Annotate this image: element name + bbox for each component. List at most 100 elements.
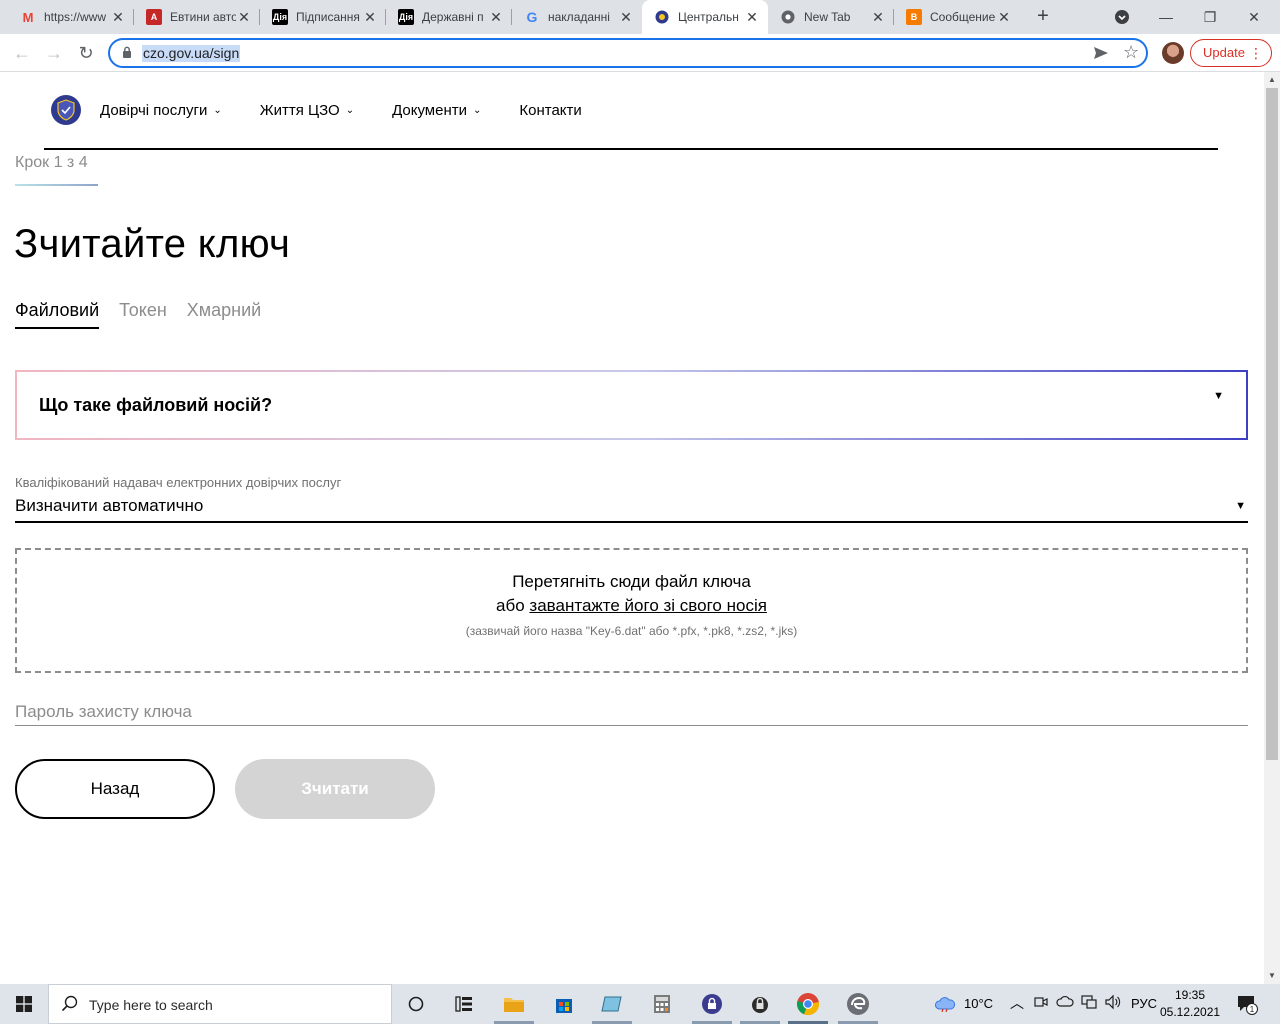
lock-icon <box>123 46 131 58</box>
scroll-up-icon[interactable]: ▲ <box>1264 72 1280 88</box>
calculator-icon[interactable] <box>648 990 676 1018</box>
close-tab-icon[interactable]: ✕ <box>744 9 760 26</box>
back-arrow-icon[interactable]: ← <box>10 41 34 65</box>
network-icon[interactable] <box>1080 994 1098 1013</box>
nav-czo-life[interactable]: Життя ЦЗО ⌄ <box>260 102 354 119</box>
tab-title: накладанні <box>548 10 610 24</box>
update-button[interactable]: Update ⋮ <box>1190 39 1272 67</box>
dropzone-prefix: або <box>496 596 530 615</box>
tab-cloud[interactable]: Хмарний <box>187 300 261 329</box>
new-tab-button[interactable]: + <box>1032 6 1054 28</box>
chevron-down-icon: ⌄ <box>473 105 482 116</box>
address-url[interactable]: czo.gov.ua/sign <box>142 45 241 62</box>
windows-start-icon[interactable] <box>0 984 48 1024</box>
task-view-icon[interactable] <box>402 990 430 1018</box>
more-menu-icon[interactable]: ⋮ <box>1249 40 1263 66</box>
tab-title: New Tab <box>804 10 851 24</box>
store-icon[interactable] <box>550 990 578 1018</box>
site-header: Довірчі послуги ⌄ Життя ЦЗО ⌄ Документи ⌄ К… <box>44 72 1218 150</box>
update-label: Update <box>1203 45 1245 60</box>
diia-icon: Дія <box>398 9 414 25</box>
browser-tab-diia-gov[interactable]: Дія Державні п ✕ <box>386 0 512 34</box>
browser-tab-diia-sign[interactable]: Дія Підписання ✕ <box>260 0 386 34</box>
close-tab-icon[interactable]: ✕ <box>236 9 252 26</box>
close-tab-icon[interactable]: ✕ <box>996 9 1012 26</box>
key-password-input[interactable] <box>15 698 1248 726</box>
edge-legacy-icon[interactable] <box>844 990 872 1018</box>
close-tab-icon[interactable]: ✕ <box>618 9 634 26</box>
close-tab-icon[interactable]: ✕ <box>362 9 378 26</box>
page-scrollbar[interactable]: ▲ ▼ <box>1264 72 1280 984</box>
windows-taskbar: Type here to search 10°C ︿ РУС 19:35 05.… <box>0 984 1280 1024</box>
minimize-icon[interactable]: — <box>1144 0 1188 34</box>
address-bar[interactable]: czo.gov.ua/sign ☆ <box>108 38 1148 68</box>
close-window-icon[interactable]: ✕ <box>1232 0 1276 34</box>
taskbar-search[interactable]: Type here to search <box>48 984 392 1024</box>
close-tab-icon[interactable]: ✕ <box>110 9 126 26</box>
tab-search-icon[interactable] <box>1100 0 1144 34</box>
browser-tab-newtab[interactable]: New Tab ✕ <box>768 0 894 34</box>
meet-now-icon[interactable] <box>1034 994 1048 1013</box>
restore-icon[interactable]: ❐ <box>1188 0 1232 34</box>
main-nav: Довірчі послуги ⌄ Життя ЦЗО ⌄ Документи ⌄ К… <box>100 102 620 119</box>
reload-icon[interactable]: ↻ <box>74 41 98 65</box>
nav-label: Життя ЦЗО <box>259 102 340 119</box>
caret-down-icon: ▼ <box>1235 500 1246 512</box>
clock-time: 19:35 <box>1174 988 1206 1002</box>
close-tab-icon[interactable]: ✕ <box>488 9 504 26</box>
chevron-down-icon: ⌄ <box>213 105 222 116</box>
tab-file[interactable]: Файловий <box>15 300 100 329</box>
chrome-icon[interactable] <box>794 990 822 1018</box>
dropzone-subtitle: або завантажте його зі свого носія <box>17 596 1246 616</box>
system-clock[interactable]: 19:35 05.12.2021 <box>1160 987 1220 1021</box>
volume-icon[interactable] <box>1104 994 1122 1013</box>
bookmark-star-icon[interactable]: ☆ <box>1123 42 1139 63</box>
upload-from-device-link[interactable]: завантажте його зі свого носія <box>529 596 767 615</box>
key-file-dropzone[interactable]: Перетягніть сюди файл ключа або завантаж… <box>15 548 1248 673</box>
close-tab-icon[interactable]: ✕ <box>870 9 886 26</box>
search-placeholder: Type here to search <box>89 997 213 1013</box>
blogger-icon: B <box>906 9 922 25</box>
provider-value: Визначити автоматично <box>15 496 204 515</box>
security-app-icon[interactable] <box>746 990 774 1018</box>
back-button[interactable]: Назад <box>15 759 215 819</box>
czo-logo-icon[interactable] <box>51 95 81 125</box>
nav-documents[interactable]: Документи ⌄ <box>392 102 481 119</box>
file-explorer-icon[interactable] <box>500 990 528 1018</box>
chevron-up-icon[interactable]: ︿ <box>1010 993 1024 1013</box>
nav-trust-services[interactable]: Довірчі послуги ⌄ <box>100 102 222 119</box>
profile-avatar[interactable] <box>1162 42 1184 64</box>
browser-tab-gmail[interactable]: M https://www ✕ <box>8 0 134 34</box>
nav-contacts[interactable]: Контакти <box>519 102 581 119</box>
tab-title: Сообщение <box>930 10 996 24</box>
browser-tab-czo[interactable]: Центральн ✕ <box>642 0 768 34</box>
scrollbar-thumb[interactable] <box>1266 88 1278 760</box>
browser-toolbar: ← → ↻ czo.gov.ua/sign ☆ <box>0 34 1280 72</box>
file-carrier-accordion[interactable]: Що таке файловий носій? ▼ <box>15 370 1248 440</box>
provider-select[interactable]: Визначити автоматично ▼ <box>15 496 1248 523</box>
browser-tab-strip: M https://www ✕ A Евтини авто ✕ Дія Підп… <box>0 0 1280 34</box>
widgets-icon[interactable] <box>450 990 478 1018</box>
onedrive-cloud-icon[interactable] <box>1056 994 1074 1011</box>
provider-label: Кваліфікований надавач електронних довір… <box>15 475 342 490</box>
notes-icon[interactable] <box>598 990 626 1018</box>
browser-tab-google[interactable]: G накладанні ✕ <box>512 0 642 34</box>
scroll-down-icon[interactable]: ▼ <box>1264 968 1280 984</box>
tab-token[interactable]: Токен <box>119 300 167 329</box>
search-icon <box>61 995 78 1012</box>
nav-label: Документи <box>392 102 467 119</box>
forward-arrow-icon[interactable]: → <box>42 41 66 65</box>
page-viewport: Довірчі послуги ⌄ Життя ЦЗО ⌄ Документи ⌄ К… <box>0 72 1264 984</box>
browser-tab-auto[interactable]: A Евтини авто ✕ <box>134 0 260 34</box>
nav-label: Довірчі послуги <box>100 102 208 119</box>
tab-title: Державні п <box>422 10 484 24</box>
notifications-icon[interactable]: 1 <box>1236 993 1258 1018</box>
google-icon: G <box>526 9 538 25</box>
lock-app-icon[interactable] <box>698 990 726 1018</box>
weather-icon[interactable] <box>934 994 956 1015</box>
send-to-devices-icon[interactable] <box>1093 46 1109 60</box>
weather-temperature[interactable]: 10°C <box>964 996 993 1011</box>
browser-tab-blogger[interactable]: B Сообщение ✕ <box>894 0 1020 34</box>
input-language[interactable]: РУС <box>1131 996 1157 1011</box>
read-key-button[interactable]: Зчитати <box>235 759 435 819</box>
